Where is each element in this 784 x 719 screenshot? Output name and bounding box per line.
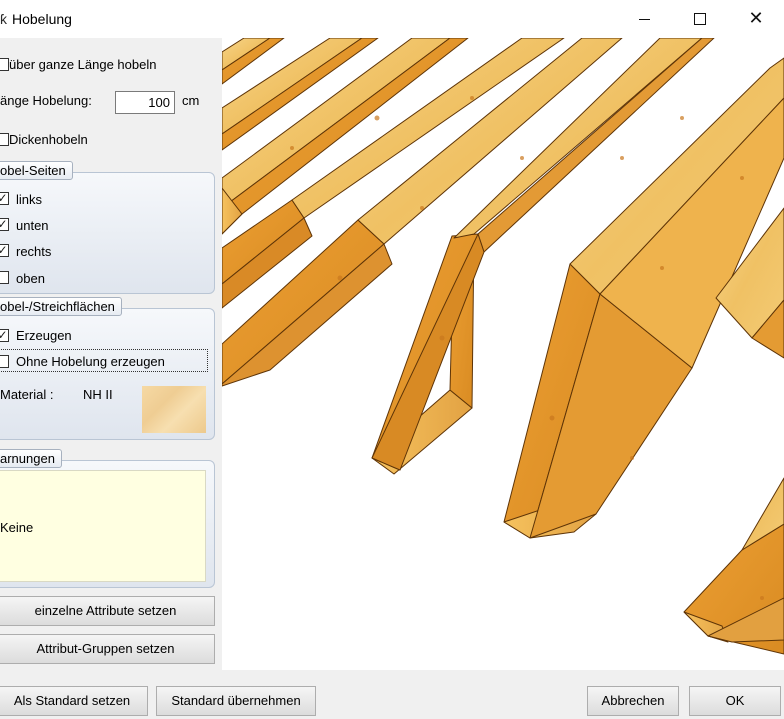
cancel-button[interactable]: Abbrechen xyxy=(587,686,679,716)
side-bottom-label: unten xyxy=(16,218,49,233)
create-surfaces-label: Erzeugen xyxy=(16,328,72,343)
close-icon: ✕ xyxy=(748,8,764,29)
side-left-label: links xyxy=(16,192,43,207)
material-swatch[interactable] xyxy=(142,386,206,433)
full-length-label: über ganze Länge hobeln xyxy=(9,57,157,72)
sides-group-title: obel-Seiten xyxy=(0,161,73,180)
maximize-button[interactable] xyxy=(672,0,728,38)
side-left-checkbox[interactable]: ✓ xyxy=(0,192,9,205)
length-label: änge Hobelung: xyxy=(0,93,92,108)
side-bottom-checkbox[interactable]: ✓ xyxy=(0,218,9,231)
without-planing-checkbox[interactable] xyxy=(0,355,9,368)
ok-button[interactable]: OK xyxy=(689,686,781,716)
material-label: Material : xyxy=(0,387,54,402)
side-top-checkbox[interactable] xyxy=(0,271,9,284)
material-value: NH II xyxy=(83,387,113,402)
side-right-checkbox[interactable]: ✓ xyxy=(0,244,9,257)
warnings-group-title: arnungen xyxy=(0,449,62,468)
maximize-icon xyxy=(694,13,706,25)
app-icon: ƙ xyxy=(0,11,7,27)
title-bar: ƙ Hobelung ✕ xyxy=(0,0,784,38)
length-input[interactable] xyxy=(115,91,175,114)
thickness-label: Dickenhobeln xyxy=(9,132,88,147)
close-button[interactable]: ✕ xyxy=(728,0,784,38)
apply-default-button[interactable]: Standard übernehmen xyxy=(156,686,316,716)
options-panel: über ganze Länge hobeln änge Hobelung: c… xyxy=(0,38,222,670)
warnings-text: Keine xyxy=(0,520,34,535)
surfaces-group-title: obel-/Streichflächen xyxy=(0,297,122,316)
create-surfaces-checkbox[interactable]: ✓ xyxy=(0,329,9,342)
window-title: Hobelung xyxy=(12,11,72,27)
minimize-icon xyxy=(638,18,650,20)
attribute-groups-button[interactable]: Attribut-Gruppen setzen xyxy=(0,634,215,664)
thickness-checkbox[interactable] xyxy=(0,133,9,146)
side-top-label: oben xyxy=(16,271,45,286)
beams-render xyxy=(222,38,784,655)
3d-viewport[interactable] xyxy=(222,38,784,670)
length-unit: cm xyxy=(182,93,200,108)
without-planing-label: Ohne Hobelung erzeugen xyxy=(16,354,165,369)
full-length-checkbox[interactable] xyxy=(0,58,9,71)
side-right-label: rechts xyxy=(16,244,52,259)
set-default-button[interactable]: Als Standard setzen xyxy=(0,686,148,716)
single-attributes-button[interactable]: einzelne Attribute setzen xyxy=(0,596,215,626)
minimize-button[interactable] xyxy=(616,0,672,38)
bottom-bar: Als Standard setzen Standard übernehmen … xyxy=(0,670,784,719)
